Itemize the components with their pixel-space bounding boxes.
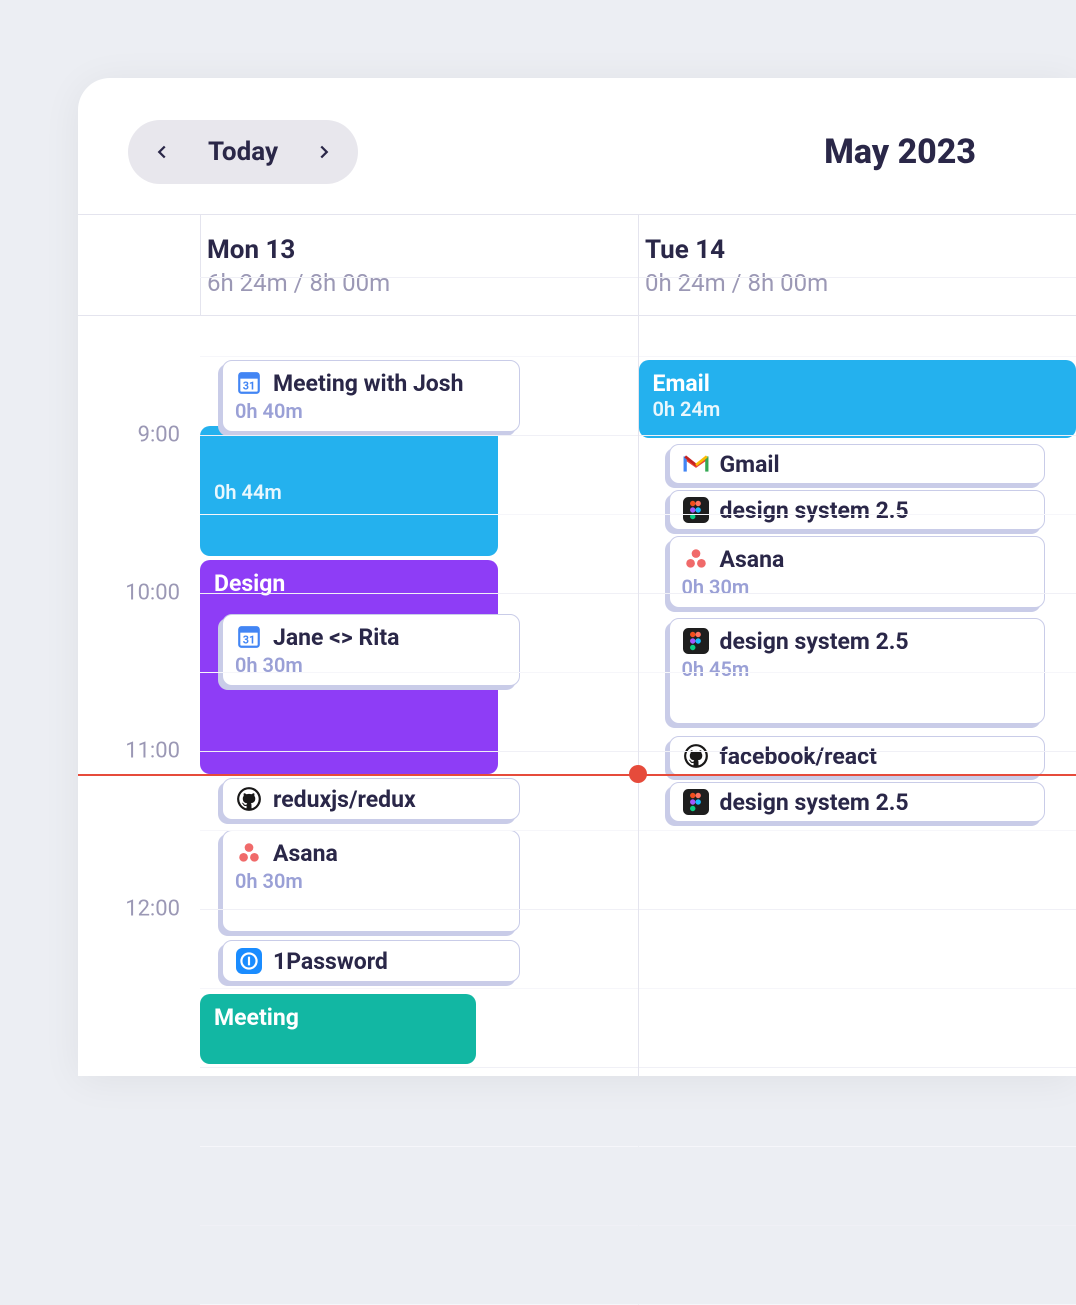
- event-react[interactable]: facebook/react: [669, 736, 1045, 776]
- time-label: 12:00: [125, 896, 180, 921]
- event-duration: 0h 44m: [214, 480, 484, 504]
- now-dot: [629, 765, 647, 783]
- figma-icon: [682, 627, 710, 655]
- event-asana-tue[interactable]: Asana 0h 30m: [669, 536, 1045, 608]
- github-icon: [235, 785, 263, 813]
- event-asana[interactable]: Asana 0h 30m: [222, 830, 520, 932]
- event-meeting-josh[interactable]: 31 Meeting with Josh 0h 40m: [222, 360, 520, 432]
- asana-icon: [235, 839, 263, 867]
- prev-button[interactable]: [140, 130, 184, 174]
- event-title: reduxjs/redux: [273, 786, 416, 813]
- day-column-mon[interactable]: 0h 44m 31 Meeting with Josh 0h 40m Desig…: [200, 316, 638, 1076]
- event-title: Meeting with Josh: [273, 370, 463, 397]
- event-duration: 0h 24m: [653, 397, 1063, 421]
- today-button[interactable]: Today: [190, 137, 296, 167]
- now-indicator: [78, 774, 1076, 776]
- day-hours: 0h 24m / 8h 00m: [645, 269, 1076, 297]
- svg-text:31: 31: [243, 634, 255, 647]
- figma-icon: [682, 496, 710, 524]
- chevron-left-icon: [151, 141, 173, 163]
- event-ds3[interactable]: design system 2.5: [669, 782, 1045, 822]
- event-redux[interactable]: reduxjs/redux: [222, 778, 520, 820]
- event-duration: 0h 30m: [682, 575, 1032, 599]
- event-title: 1Password: [273, 948, 388, 975]
- svg-text:31: 31: [243, 380, 255, 393]
- calendar-grid: 9:00 10:00 11:00 12:00 0h 44m 31 Meeting wi…: [78, 316, 1076, 1076]
- event-title: design system 2.5: [720, 628, 909, 655]
- event-duration: 0h 45m: [682, 657, 1032, 681]
- event-title: Asana: [273, 840, 338, 867]
- event-duration: 0h 40m: [235, 399, 507, 423]
- day-hours: 6h 24m / 8h 00m: [207, 269, 638, 297]
- event-title: Jane <> Rita: [273, 624, 399, 651]
- event-title: design system 2.5: [720, 497, 909, 524]
- event-title: design system 2.5: [720, 789, 909, 816]
- event-email[interactable]: Email 0h 24m: [639, 360, 1076, 438]
- time-label: 10:00: [125, 580, 180, 605]
- event-duration: 0h 30m: [235, 653, 507, 677]
- onepassword-icon: [235, 947, 263, 975]
- day-label: Tue 14: [645, 235, 1076, 265]
- time-label: 11:00: [125, 738, 180, 763]
- header: Today May 2023: [78, 78, 1076, 214]
- day-column-tue[interactable]: Email 0h 24m Gmail design system 2.5 Asa…: [638, 316, 1076, 1076]
- time-label: 9:00: [138, 422, 180, 447]
- event-1password[interactable]: 1Password: [222, 940, 520, 982]
- gcal-icon: 31: [235, 369, 263, 397]
- next-button[interactable]: [302, 130, 346, 174]
- event-title: Asana: [720, 546, 785, 573]
- date-nav: Today: [128, 120, 358, 184]
- chevron-right-icon: [313, 141, 335, 163]
- event-ds1[interactable]: design system 2.5: [669, 490, 1045, 530]
- time-gutter: 9:00 10:00 11:00 12:00: [78, 316, 200, 1076]
- gcal-icon: 31: [235, 623, 263, 651]
- event-meeting[interactable]: Meeting: [200, 994, 476, 1064]
- calendar-app: Today May 2023 Mon 13 6h 24m / 8h 00m Tu…: [78, 78, 1076, 1076]
- days-header: Mon 13 6h 24m / 8h 00m Tue 14 0h 24m / 8…: [78, 214, 1076, 316]
- event-title: Email: [653, 370, 1063, 397]
- event-duration: 0h 30m: [235, 869, 507, 893]
- event-title: facebook/react: [720, 743, 877, 770]
- asana-icon: [682, 545, 710, 573]
- event-title: Gmail: [720, 451, 780, 478]
- day-header-tue[interactable]: Tue 14 0h 24m / 8h 00m: [638, 215, 1076, 315]
- event-title: Meeting: [214, 1004, 462, 1031]
- day-label: Mon 13: [207, 235, 638, 265]
- event-gmail[interactable]: Gmail: [669, 444, 1045, 484]
- month-label: May 2023: [824, 132, 976, 172]
- figma-icon: [682, 788, 710, 816]
- day-header-mon[interactable]: Mon 13 6h 24m / 8h 00m: [200, 215, 638, 315]
- gmail-icon: [682, 450, 710, 478]
- event-untitled[interactable]: 0h 44m: [200, 426, 498, 556]
- github-icon: [682, 742, 710, 770]
- event-jane-rita[interactable]: 31 Jane <> Rita 0h 30m: [222, 614, 520, 686]
